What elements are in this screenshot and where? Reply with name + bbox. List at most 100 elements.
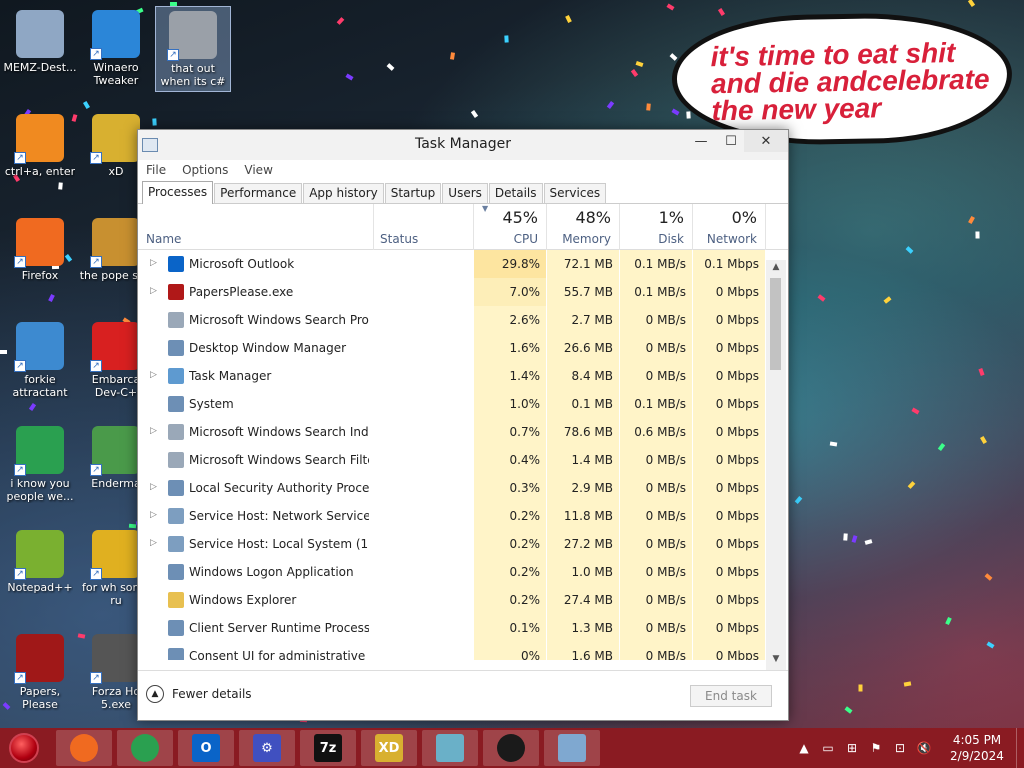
process-row[interactable]: ▷ PapersPlease.exe 7.0% 55.7 MB 0.1 MB/s 0 Mb… — [138, 278, 766, 306]
expand-chevron-icon[interactable]: ▷ — [150, 370, 157, 380]
desktop-icon[interactable]: MEMZ-Dest... — [2, 6, 78, 92]
desktop-icon[interactable]: ↗ ctrl+a, enter — [2, 110, 78, 196]
taskbar-app-button[interactable]: 7z — [300, 730, 356, 766]
cpu-column-header[interactable]: ▼ 45% CPU — [474, 204, 547, 250]
taskbar-app-button[interactable] — [544, 730, 600, 766]
process-row[interactable]: ▷ Service Host: Local System (18) 0.2% 27.2… — [138, 530, 766, 558]
taskbar-app-button[interactable]: ⚙ — [239, 730, 295, 766]
process-disk: 0.1 MB/s — [620, 278, 693, 306]
process-name: Microsoft Outlook — [189, 257, 295, 271]
shortcut-arrow-icon: ↗ — [90, 256, 102, 268]
tab-processes[interactable]: Processes — [142, 181, 214, 204]
shortcut-arrow-icon: ↗ — [90, 152, 102, 164]
tab-performance[interactable]: Performance — [214, 183, 303, 203]
desktop-icon[interactable]: ↗ Papers, Please — [2, 630, 78, 716]
minimize-button[interactable]: — — [686, 130, 716, 152]
confetti-piece — [984, 573, 993, 581]
shortcut-arrow-icon: ↗ — [14, 152, 26, 164]
process-row[interactable]: Microsoft Windows Search Filte... 0.4% 1.4… — [138, 446, 766, 474]
close-button[interactable]: ✕ — [744, 130, 788, 152]
scroll-down-icon[interactable]: ▼ — [766, 654, 786, 668]
menu-file[interactable]: File — [146, 163, 166, 177]
process-network: 0 Mbps — [693, 306, 766, 334]
name-column-header[interactable]: Name — [138, 204, 374, 250]
window-icon: ↗ — [90, 426, 140, 476]
tab-services[interactable]: Services — [543, 183, 607, 203]
scroll-up-icon[interactable]: ▲ — [766, 262, 786, 276]
desktop-icon[interactable]: ↗ that out when its c# — [155, 6, 231, 92]
network-column-header[interactable]: 0% Network — [693, 204, 766, 250]
show-desktop-button[interactable] — [1016, 728, 1024, 768]
process-row[interactable]: ▷ Task Manager 1.4% 8.4 MB 0 MB/s 0 Mbps — [138, 362, 766, 390]
taskbar-app-button[interactable] — [422, 730, 478, 766]
process-cpu: 0.3% — [474, 474, 547, 502]
expand-chevron-icon[interactable]: ▷ — [150, 258, 157, 268]
process-memory: 1.6 MB — [547, 642, 620, 660]
process-disk: 0 MB/s — [620, 642, 693, 660]
network-share-icon[interactable]: ⊡ — [890, 738, 910, 758]
process-network: 0 Mbps — [693, 334, 766, 362]
expand-chevron-icon[interactable]: ▷ — [150, 482, 157, 492]
fewer-details-button[interactable]: ▲ Fewer details — [146, 685, 252, 703]
process-row[interactable]: Desktop Window Manager 1.6% 26.6 MB 0 MB/s 0… — [138, 334, 766, 362]
taskbar-app-button[interactable] — [56, 730, 112, 766]
maximize-button[interactable]: ☐ — [716, 130, 746, 152]
fewer-details-label: Fewer details — [172, 687, 252, 701]
taskbar-app-button[interactable] — [483, 730, 539, 766]
process-row[interactable]: Consent UI for administrative a... 0% 1.6 … — [138, 642, 766, 660]
menu-options[interactable]: Options — [182, 163, 228, 177]
network-icon[interactable]: ⊞ — [842, 738, 862, 758]
expand-chevron-icon[interactable]: ▷ — [150, 426, 157, 436]
task-manager-icon — [558, 734, 586, 762]
task-manager-window[interactable]: Task Manager — ☐ ✕ File Options View Pro… — [137, 129, 789, 721]
process-disk: 0.1 MB/s — [620, 250, 693, 278]
process-row[interactable]: Windows Logon Application 0.2% 1.0 MB 0 MB/… — [138, 558, 766, 586]
clock[interactable]: 4:05 PM 2/9/2024 — [942, 732, 1012, 764]
tab-startup[interactable]: Startup — [384, 183, 442, 203]
process-row[interactable]: ▷ Microsoft Outlook 29.8% 72.1 MB 0.1 MB/s 0.… — [138, 250, 766, 278]
title-bar[interactable]: Task Manager — ☐ ✕ — [138, 130, 788, 160]
desktop-icon[interactable]: ↗ forkie attractant — [2, 318, 78, 404]
disk-column-header[interactable]: 1% Disk — [620, 204, 693, 250]
process-row[interactable]: System 1.0% 0.1 MB 0.1 MB/s 0 Mbps — [138, 390, 766, 418]
process-row[interactable]: Microsoft Windows Search Prot... 2.6% 2.7 … — [138, 306, 766, 334]
status-column-header[interactable]: Status — [374, 204, 474, 250]
desktop-icon[interactable]: ↗ Winaero Tweaker — [78, 6, 154, 92]
scroll-thumb[interactable] — [770, 278, 781, 370]
confetti-piece — [967, 0, 976, 8]
flag-icon[interactable]: ⚑ — [866, 738, 886, 758]
speaker-muted-icon[interactable]: 🔇 — [914, 738, 934, 758]
taskbar-app-button[interactable] — [117, 730, 173, 766]
tab-app-history[interactable]: App history — [303, 183, 384, 203]
desktop-icon-label: MEMZ-Dest... — [3, 61, 77, 74]
process-network: 0 Mbps — [693, 474, 766, 502]
process-name: Windows Logon Application — [189, 565, 354, 579]
expand-chevron-icon[interactable]: ▷ — [150, 510, 157, 520]
process-row[interactable]: ▷ Service Host: Network Service (5) 0.2%11… — [138, 502, 766, 530]
memory-column-header[interactable]: 48% Memory — [547, 204, 620, 250]
expand-chevron-icon[interactable]: ▷ — [150, 538, 157, 548]
display-icon[interactable]: ▭ — [818, 738, 838, 758]
desktop-icon[interactable]: ↗ i know you people we... — [2, 422, 78, 508]
chrome-icon — [131, 734, 159, 762]
end-task-button[interactable]: End task — [690, 685, 772, 707]
desktop-icon[interactable]: ↗ Firefox — [2, 214, 78, 300]
scrollbar[interactable]: ▲ ▼ — [766, 260, 786, 670]
process-row[interactable]: Windows Explorer 0.2% 27.4 MB 0 MB/s 0 Mbps — [138, 586, 766, 614]
task-manager-icon — [168, 368, 184, 384]
desktop-icon-label: ctrl+a, enter — [4, 165, 76, 178]
tab-users[interactable]: Users — [442, 183, 488, 203]
chevron-up-icon[interactable]: ▲ — [794, 738, 814, 758]
start-button[interactable] — [0, 728, 48, 768]
taskbar-app-button[interactable]: XD — [361, 730, 417, 766]
process-network: 0 Mbps — [693, 614, 766, 642]
confetti-piece — [794, 496, 803, 504]
desktop-icon[interactable]: ↗ Notepad++ — [2, 526, 78, 612]
taskbar-app-button[interactable]: O — [178, 730, 234, 766]
tab-details[interactable]: Details — [488, 183, 543, 203]
process-row[interactable]: Client Server Runtime Process 0.1% 1.3 MB 0… — [138, 614, 766, 642]
expand-chevron-icon[interactable]: ▷ — [150, 286, 157, 296]
process-row[interactable]: ▷ Local Security Authority Process... 0.3%… — [138, 474, 766, 502]
menu-view[interactable]: View — [244, 163, 272, 177]
process-row[interactable]: ▷ Microsoft Windows Search Inde... 0.7% 78.… — [138, 418, 766, 446]
